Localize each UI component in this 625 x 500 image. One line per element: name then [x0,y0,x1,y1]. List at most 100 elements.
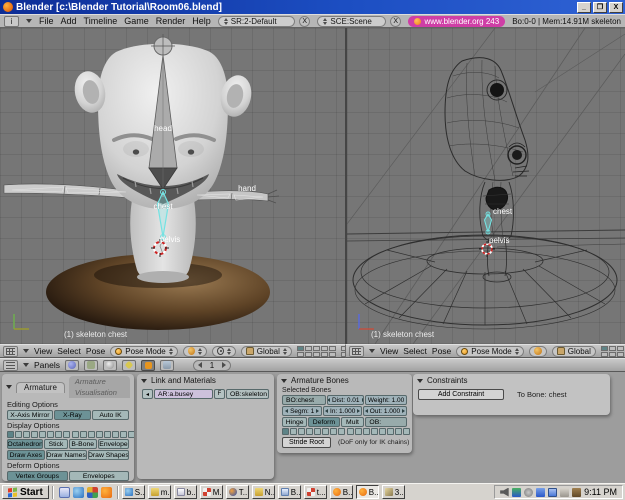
mode-dropdown[interactable]: Pose Mode [110,346,177,357]
draw-mode-dropdown[interactable] [529,346,547,357]
task-button-folder-m[interactable]: m.. [148,485,171,499]
deform-button[interactable]: Deform [308,417,339,427]
task-button-document-b[interactable]: b.. [174,485,197,499]
object-name-field[interactable]: OB:skeleton [226,389,269,399]
menu-help[interactable]: Help [192,16,211,26]
transform-orientation-dropdown[interactable]: Global [552,346,596,357]
header-collapse-icon[interactable] [26,19,32,23]
media-player-icon[interactable] [87,487,98,498]
network-icon[interactable] [536,488,545,497]
minimize-button[interactable]: _ [577,2,591,13]
editing-button[interactable] [141,360,155,371]
armature-layers-group-2[interactable] [72,431,134,438]
printer-icon[interactable] [560,488,569,497]
draw-axes-button[interactable]: Draw Axes [7,450,45,460]
display-icon[interactable] [548,488,557,497]
menu-select[interactable]: Select [57,346,81,356]
task-button-media-m[interactable]: M.. [200,485,223,499]
titlebar[interactable]: Blender [c:\Blender Tutorial\Room06.blen… [0,0,625,14]
draw-shapes-button[interactable]: Draw Shapes [88,450,129,460]
gear-icon[interactable] [524,488,533,497]
task-button-folder-n[interactable]: N.. [252,485,275,499]
spinner-right-icon[interactable] [222,362,226,368]
screen-delete-button[interactable]: X [299,16,310,27]
menu-add[interactable]: Add [61,16,77,26]
panel-collapse-icon[interactable] [417,379,423,383]
editor-type-button[interactable] [3,346,18,357]
menu-collapse-icon[interactable] [23,363,29,367]
editor-type-icon[interactable]: i [4,16,19,27]
task-button-browser-t[interactable]: T.. [226,485,249,499]
draw-names-button[interactable]: Draw Names [46,450,87,460]
stride-root-button[interactable]: Stride Root [282,437,331,448]
character-mesh[interactable] [4,44,279,283]
viewport-3d-side-wireframe[interactable]: chest pelvis (1) skeleton chest [347,28,625,344]
tab-armature-visualisation[interactable]: Armature Visualisation [69,376,130,398]
weight-field[interactable]: Weight: 1.00 [365,395,407,405]
vertex-groups-button[interactable]: Vertex Groups [7,471,68,481]
menu-game[interactable]: Game [124,16,149,26]
add-constraint-button[interactable]: Add Constraint [418,389,504,400]
head-wireframe[interactable] [445,58,529,181]
viewport-3d-front[interactable]: head chest pelvis hand (1) skeleton ches… [0,28,345,344]
scene-button[interactable] [160,360,174,371]
shading-button[interactable] [103,360,117,371]
camera-icon[interactable] [572,488,581,497]
panel-page-spinner[interactable]: 1 [193,360,231,371]
mult-button[interactable]: Mult [341,417,365,427]
task-button-search[interactable]: S.. [122,485,145,499]
x-axis-mirror-button[interactable]: X-Axis Mirror [7,410,53,420]
fake-user-button[interactable]: F [214,389,225,399]
panel-collapse-icon[interactable] [6,385,12,389]
task-button-media-t[interactable]: t... [304,485,327,499]
search-icon[interactable] [73,487,84,498]
side-view-canvas[interactable]: chest pelvis (1) skeleton chest [347,28,625,344]
menu-pose[interactable]: Pose [86,346,105,356]
menu-pose[interactable]: Pose [432,346,451,356]
object-button[interactable] [122,360,136,371]
panel-collapse-icon[interactable] [141,379,147,383]
menu-collapse-icon[interactable] [369,349,375,353]
screen-selector[interactable]: SR:2-Default [218,16,295,27]
mode-dropdown[interactable]: Pose Mode [456,346,523,357]
chest-bone-selected[interactable] [485,212,492,234]
dist-field[interactable]: Dist: 0.01 [327,395,364,405]
blender-quicklaunch-icon[interactable] [101,487,112,498]
ob-field[interactable]: OB: [365,417,407,427]
script-button[interactable] [84,360,98,371]
layer-buttons-group-1[interactable] [601,346,625,357]
transform-orientation-dropdown[interactable]: Global [241,346,292,357]
auto-ik-button[interactable]: Auto IK [92,410,129,420]
menu-select[interactable]: Select [403,346,427,356]
bone-layers-group-2[interactable] [347,428,410,435]
draw-mode-dropdown[interactable] [183,346,207,357]
menu-file[interactable]: File [39,16,54,26]
menu-render[interactable]: Render [156,16,186,26]
logic-button[interactable] [65,360,79,371]
armature-layers-group-1[interactable] [7,431,70,438]
spinner-left-icon[interactable] [198,362,202,368]
scene-delete-button[interactable]: X [390,16,401,27]
layer-buttons-group-1[interactable] [297,346,336,357]
segm-field[interactable]: Segm: 1 [282,406,322,416]
datablock-browse-button[interactable]: ◂ [142,389,153,399]
messenger-icon[interactable] [512,488,521,497]
restore-button[interactable]: ❐ [593,2,607,13]
hinge-button[interactable]: Hinge [282,417,307,427]
octahedron-button[interactable]: Octahedron [7,439,43,449]
editor-type-button[interactable] [349,346,364,357]
task-button-notes-3[interactable]: 3.. [382,485,405,499]
task-button-notepad-b[interactable]: B.. [278,485,301,499]
envelope-button[interactable]: Envelope [98,439,129,449]
out-field[interactable]: Out: 1.000 [363,406,407,416]
volume-icon[interactable] [500,488,509,497]
in-field[interactable]: In: 1.000 [323,406,362,416]
menu-collapse-icon[interactable] [23,349,29,353]
stick-button[interactable]: Stick [44,439,67,449]
armature-datablock-field[interactable]: AR:a.busey [154,389,213,399]
menu-view[interactable]: View [34,346,52,356]
clock[interactable]: 9:11 PM [584,487,617,497]
task-button-blender-1[interactable]: B.. [330,485,353,499]
front-view-canvas[interactable]: head chest pelvis hand (1) skeleton ches… [0,28,345,344]
torus-wireframe[interactable] [353,235,617,329]
